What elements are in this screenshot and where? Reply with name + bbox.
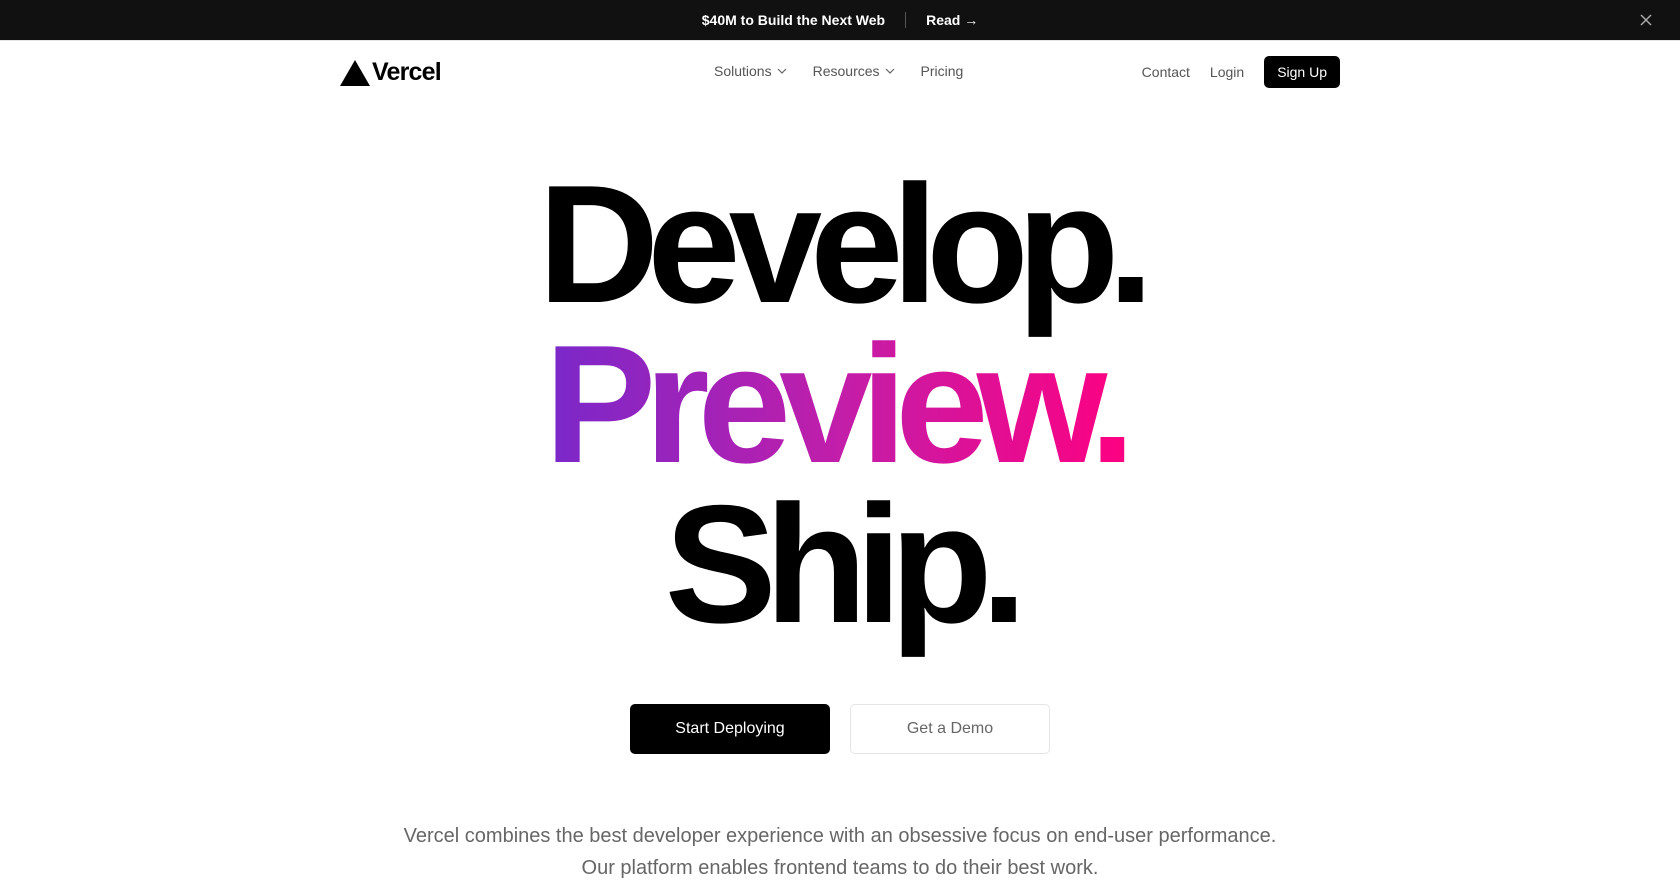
nav-menu: Solutions Resources Pricing	[714, 63, 963, 79]
nav-item-label: Solutions	[714, 63, 772, 79]
nav-item-label: Resources	[812, 63, 880, 79]
chevron-down-icon	[777, 63, 787, 79]
hero-line-preview: Preview.	[0, 320, 1680, 488]
logo-wordmark: Vercel	[372, 58, 442, 86]
close-icon[interactable]	[1638, 12, 1654, 28]
vercel-logo[interactable]: Vercel	[340, 58, 442, 87]
nav-item-resources[interactable]: Resources	[813, 63, 895, 79]
cta-group: Start Deploying Get a Demo	[0, 704, 1680, 754]
login-link[interactable]: Login	[1210, 64, 1244, 80]
hero-description: Vercel combines the best developer exper…	[0, 820, 1680, 884]
signup-button[interactable]: Sign Up	[1264, 56, 1340, 88]
triangle-logo-icon	[340, 59, 370, 86]
banner-message: $40M to Build the Next Web	[701, 12, 886, 28]
nav-actions: Contact Login Sign Up	[1142, 56, 1340, 88]
nav-item-label: Pricing	[920, 63, 964, 79]
hero-line-develop: Develop.	[537, 150, 1154, 338]
hero-line-ship: Ship.	[664, 470, 1028, 658]
banner-divider	[905, 12, 907, 28]
description-line-2: Our platform enables frontend teams to d…	[581, 857, 1099, 879]
start-deploying-button[interactable]: Start Deploying	[630, 704, 830, 754]
nav-item-pricing[interactable]: Pricing	[921, 63, 964, 79]
get-demo-button[interactable]: Get a Demo	[850, 704, 1050, 754]
top-nav: Vercel Solutions Resources Pricing Conta…	[0, 40, 1680, 104]
banner-read-link[interactable]: Read →	[926, 12, 978, 28]
chevron-down-icon	[885, 63, 895, 79]
description-line-1: Vercel combines the best developer exper…	[403, 825, 1277, 847]
nav-item-solutions[interactable]: Solutions	[714, 63, 787, 79]
announcement-banner: $40M to Build the Next Web Read →	[0, 0, 1680, 40]
contact-link[interactable]: Contact	[1142, 64, 1190, 80]
